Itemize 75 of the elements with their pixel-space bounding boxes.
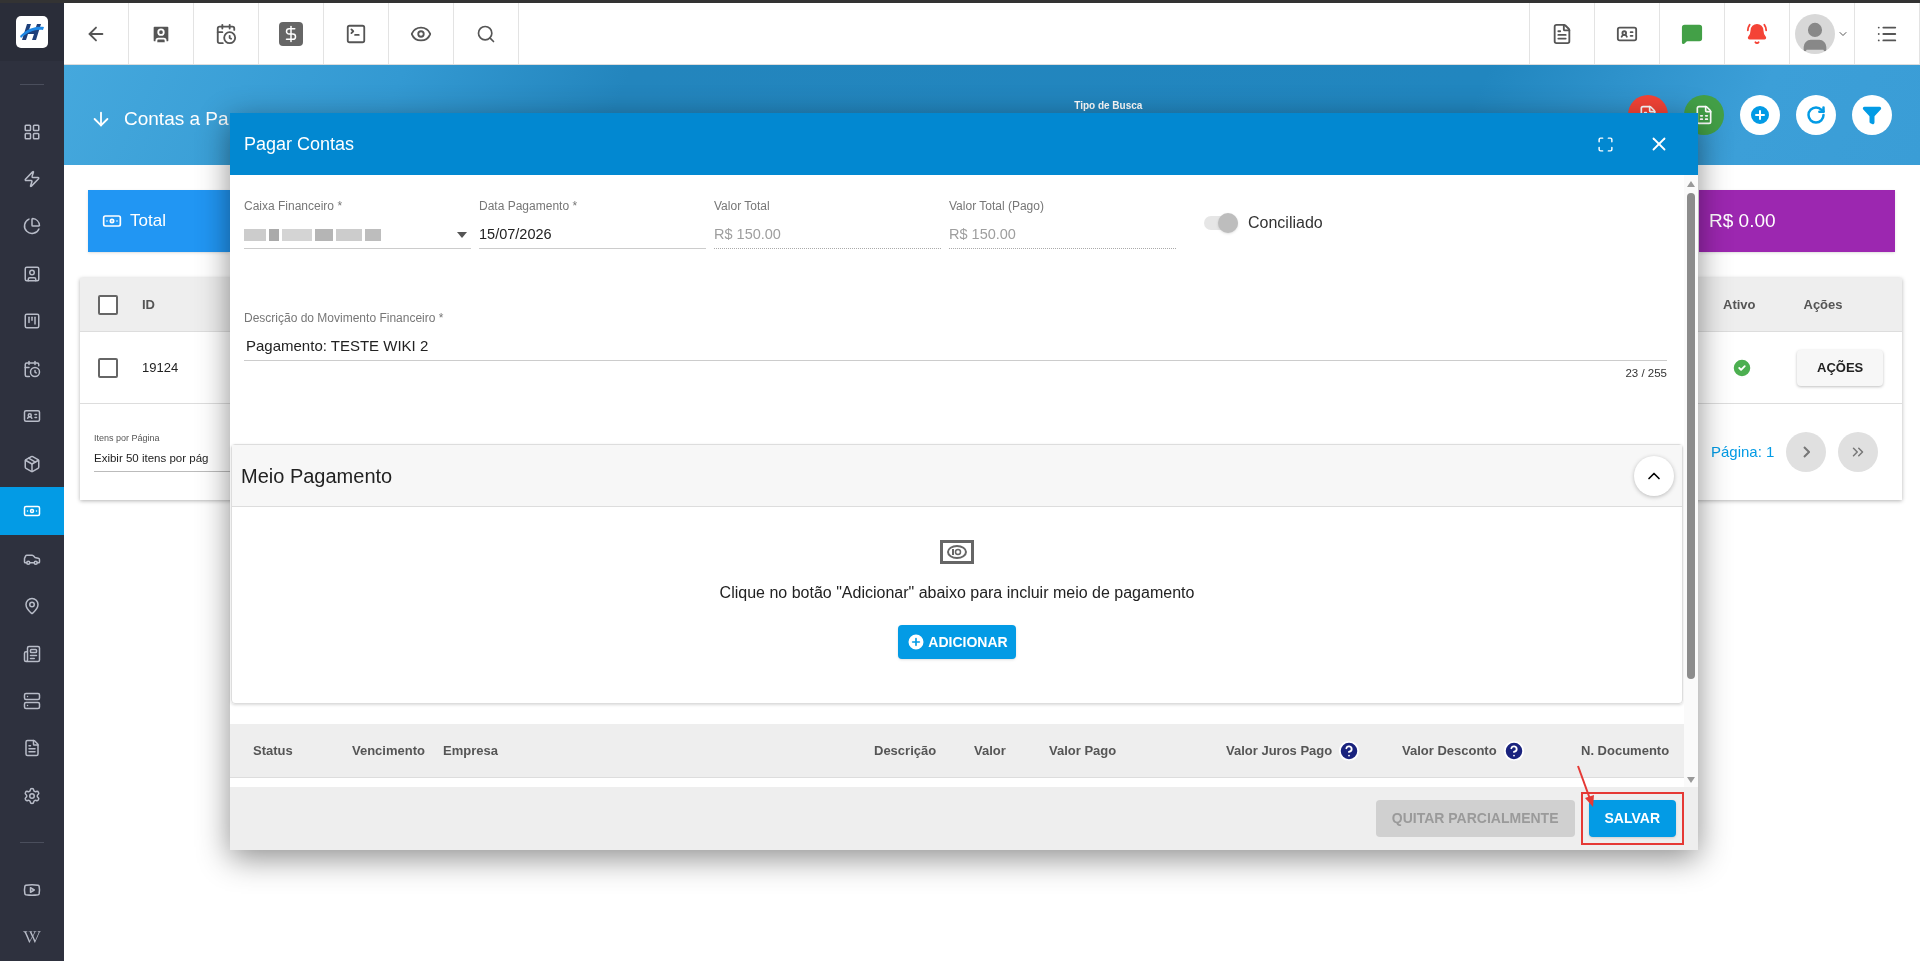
search-icon bbox=[476, 23, 496, 44]
cube-icon bbox=[23, 454, 41, 473]
scrollbar[interactable] bbox=[1684, 175, 1698, 787]
input-field[interactable]: 15/07/2026 bbox=[479, 221, 706, 249]
calendar-clock-icon bbox=[215, 22, 237, 45]
spreadsheet-icon bbox=[1694, 105, 1714, 125]
column-header: Descrição bbox=[874, 742, 937, 760]
checkbox[interactable] bbox=[98, 357, 118, 378]
refresh-button[interactable] bbox=[1796, 95, 1836, 135]
avatar bbox=[1795, 13, 1835, 54]
banknote-icon bbox=[939, 539, 975, 566]
grid-icon bbox=[23, 122, 41, 141]
column-header: Valor Desconto bbox=[1402, 742, 1497, 760]
filter-button[interactable] bbox=[1852, 95, 1892, 135]
input-field: R$ 150.00 bbox=[949, 221, 1176, 249]
actions-button[interactable]: AÇÕES bbox=[1797, 349, 1884, 386]
document-icon bbox=[23, 739, 41, 758]
column-header: Valor Juros Pago bbox=[1226, 742, 1333, 760]
field-label: Descrição do Movimento Financeiro * bbox=[244, 310, 445, 327]
plus-icon bbox=[1748, 103, 1772, 127]
server-icon bbox=[23, 691, 41, 710]
empty-message: Clique no botão "Adicionar" abaixo para incluir meio de pagamento bbox=[719, 583, 1195, 604]
field-label: Caixa Financeiro * bbox=[244, 198, 344, 215]
dialog-title: Pagar Contas bbox=[244, 132, 355, 156]
column-header: Vencimento bbox=[352, 742, 425, 760]
contact-card-icon bbox=[23, 264, 41, 283]
scroll-down-icon[interactable] bbox=[1687, 777, 1695, 783]
chat-bubble-icon bbox=[1681, 22, 1703, 45]
input-field[interactable]: Pagamento: TESTE WIKI 2 bbox=[244, 333, 1667, 361]
page-title: Contas a Pa bbox=[124, 107, 229, 131]
list-document-icon bbox=[23, 644, 41, 663]
panel-title: Meio Pagamento bbox=[241, 463, 393, 489]
document-icon bbox=[1551, 22, 1573, 45]
column-header: Ativo bbox=[1723, 295, 1756, 314]
column-header: Empresa bbox=[443, 742, 498, 760]
fullscreen-icon[interactable] bbox=[1597, 135, 1614, 153]
search-type-label: Tipo de Busca bbox=[1074, 99, 1143, 113]
column-header: N. Documento bbox=[1581, 742, 1670, 760]
column-header: Valor bbox=[974, 742, 1006, 760]
board-icon bbox=[23, 312, 41, 331]
column-header: Ações bbox=[1803, 295, 1843, 314]
filter-icon bbox=[1862, 105, 1882, 125]
settings-icon bbox=[23, 786, 41, 805]
scroll-up-icon[interactable] bbox=[1687, 181, 1695, 187]
chevron-right-icon bbox=[1802, 446, 1810, 458]
map-pin-icon bbox=[23, 597, 41, 616]
field-label: Valor Total bbox=[714, 198, 771, 215]
table-cell-text: 19124 bbox=[142, 358, 179, 377]
refresh-icon bbox=[1806, 105, 1826, 125]
field-label: Data Pagamento * bbox=[479, 198, 579, 215]
help-icon[interactable] bbox=[1502, 739, 1525, 762]
plus-icon bbox=[906, 632, 927, 653]
page-indicator: Página: 1 bbox=[1711, 441, 1775, 462]
help-icon[interactable] bbox=[1338, 739, 1361, 762]
add-button[interactable] bbox=[1740, 95, 1780, 135]
input-field: R$ 150.00 bbox=[714, 221, 941, 249]
toggle-label: Conciliado bbox=[1248, 213, 1323, 233]
terminal-icon bbox=[345, 22, 367, 45]
items-per-page-label: Itens por Página bbox=[94, 431, 161, 445]
dropdown-arrow-icon bbox=[457, 231, 467, 238]
column-header: ID bbox=[142, 295, 155, 314]
checkbox[interactable] bbox=[98, 294, 118, 315]
calendar-clock-icon bbox=[23, 359, 41, 378]
lightning-icon bbox=[23, 169, 41, 188]
bell-icon bbox=[1746, 22, 1768, 45]
scrollbar-thumb[interactable] bbox=[1687, 193, 1695, 679]
column-header: Status bbox=[253, 742, 293, 760]
card-label: Total bbox=[130, 210, 166, 233]
logo[interactable] bbox=[16, 16, 48, 49]
character-counter: 23 / 255 bbox=[1625, 366, 1667, 381]
column-header: Valor Pago bbox=[1049, 742, 1117, 760]
amount-value: R$ 0.00 bbox=[1709, 208, 1776, 233]
field-label: Valor Total (Pago) bbox=[949, 198, 1045, 215]
pie-chart-icon bbox=[23, 217, 41, 236]
dollar-icon bbox=[279, 21, 303, 46]
